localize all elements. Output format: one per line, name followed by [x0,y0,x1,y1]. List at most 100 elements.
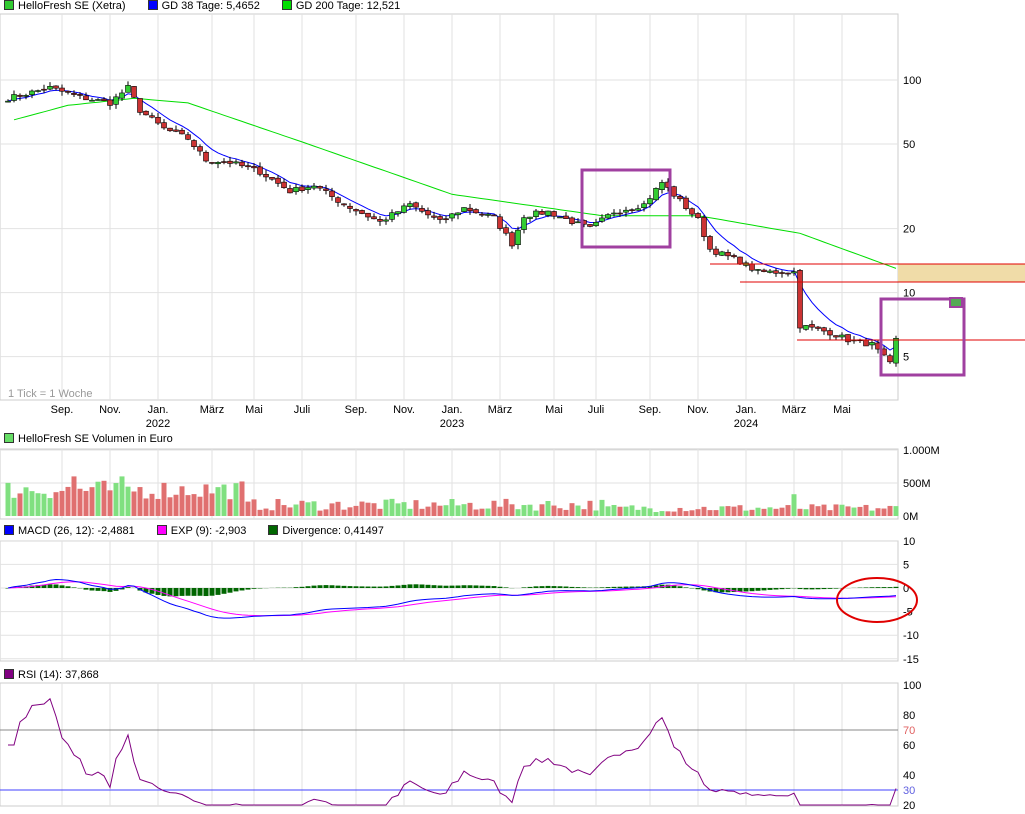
volume-bar [815,506,821,516]
candle [305,187,311,190]
volume-bar [731,506,737,516]
candle [239,161,245,167]
divergence-bar [437,585,443,588]
volume-bar [263,508,269,516]
volume-bar [365,502,371,516]
volume-bar [857,506,863,516]
y-tick-label: 5 [903,559,909,571]
volume-bar [197,496,203,516]
candle [527,216,533,219]
candle [587,224,593,227]
candle [323,188,329,191]
volume-bar [503,498,509,516]
volume-bar [251,499,257,516]
divergence-bar [833,588,839,589]
candle [773,270,779,274]
volume-bar [173,494,179,516]
candle [533,210,539,217]
divergence-bar [425,584,431,588]
divergence-bar [347,586,353,588]
candle [365,212,371,218]
divergence-bar [203,588,209,597]
volume-bar [569,503,575,516]
candle [299,186,305,191]
x-tick-label: März [782,404,806,416]
volume-bar [431,502,437,516]
candle [53,85,59,89]
candle [293,187,299,193]
volume-bar [53,492,59,516]
volume-bar [827,510,833,516]
divergence-bar [809,588,815,590]
volume-bar [11,497,17,516]
candle [275,177,281,184]
candle [311,185,317,189]
volume-bar [437,505,443,516]
x-tick-label: Jan. [736,404,757,416]
volume-bar [269,510,275,516]
candle [161,122,167,129]
divergence-bar [551,586,557,588]
candle [155,117,161,124]
volume-bar [23,487,29,516]
candle [809,324,815,328]
volume-bar [581,509,587,516]
candle [269,177,275,180]
candle [23,95,29,97]
divergence-bar [365,586,371,588]
volume-bar [509,504,515,516]
candle [245,165,251,168]
divergence-bar [743,588,749,592]
divergence-bar [389,585,395,588]
volume-bar [239,481,245,516]
volume-bar [443,505,449,516]
divergence-bar [341,585,347,588]
volume-bar [485,508,491,516]
volume-bar [797,508,803,516]
candle [95,99,101,101]
divergence-bar [83,588,89,590]
divergence-bar [575,587,581,588]
volume-bar [275,499,281,516]
candle [317,186,323,189]
candle [647,198,653,205]
volume-bar [41,493,47,516]
x-tick-label: Mai [245,404,263,416]
divergence-bar [557,586,563,588]
divergence-bar [683,587,689,588]
candle [479,213,485,216]
candle [185,134,191,140]
divergence-bar [815,588,821,590]
divergence-bar [773,588,779,590]
divergence-bar [485,585,491,588]
candle [863,339,869,347]
volume-bar [701,506,707,516]
volume-bar [851,507,857,516]
candle [35,90,41,92]
divergence-bar [893,586,899,588]
y-tick-label: 50 [903,139,915,151]
volume-bar [683,511,689,516]
volume-bar [203,484,209,516]
volume-bar [791,494,797,516]
volume-bar [77,488,83,516]
volume-bar [869,510,875,516]
volume-bar [545,500,551,516]
divergence-bar [401,584,407,588]
volume-bar [329,503,335,516]
volume-bar [221,484,227,516]
volume-bar [389,498,395,516]
candle [551,211,557,217]
divergence-bar [527,586,533,588]
y-tick-label: 80 [903,710,915,722]
candle [827,330,833,336]
volume-bar [35,493,41,516]
volume-bar [293,504,299,516]
volume-bar [725,506,731,516]
volume-bar [311,501,317,516]
volume-bar [833,504,839,516]
divergence-bar [371,586,377,588]
volume-bar [875,508,881,516]
candle [515,229,521,245]
volume-bar [47,498,53,516]
